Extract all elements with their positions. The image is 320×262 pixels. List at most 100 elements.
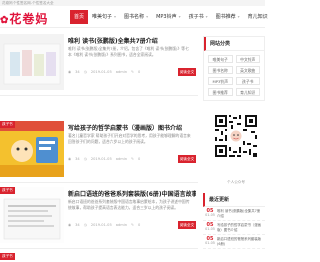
post-item: 孩子书 (0, 249, 198, 262)
category-tag[interactable]: 孩子书 (0, 253, 15, 260)
recent-date: 05 01-05 (205, 237, 215, 246)
post-item: 孩子书 新启口语班的爸爸系列套装版(6册)中国语言故事启蒙绘本介绍 新启口语班的… (0, 183, 198, 249)
post-item: 孩子书 写给孩子的哲学启蒙书（漫画版）图书介绍 著名儿童哲学家 帮助孩子们开启对… (0, 117, 198, 183)
post-excerpt: 唯利 读书(张鹏版)全集共7册，介绍。包含了《唯利 读书(张鹏版)》等七本《唯利… (68, 46, 189, 57)
clock-icon: ◷ (83, 223, 87, 227)
chevron-down-icon: ▾ (114, 14, 117, 19)
thumbnail-image (0, 121, 64, 177)
recent-month: 01-05 (205, 213, 215, 217)
sidebar-categories: 网站分类 唯美句子 中文铃声 图书名称 英文歌曲 MP3铃声 孩子书 图书推荐 … (203, 36, 265, 101)
post-author[interactable]: admin (116, 223, 127, 227)
category-grid: 唯美句子 中文铃声 图书名称 英文歌曲 MP3铃声 孩子书 图书推荐 育儿知识 (204, 51, 264, 100)
recent-link[interactable]: 新启口语班的爸爸系列套装版(6册) (217, 237, 263, 246)
sidebar-item[interactable]: 英文歌曲 (235, 66, 260, 74)
post-meta: ◉ 34 ◷ 2019-01-05 admin ✎ 0 (68, 157, 168, 161)
sidebar-item[interactable]: 唯美句子 (208, 55, 233, 63)
post-thumbnail[interactable]: 孩子书 (0, 187, 64, 243)
header: ✿花卷妈 首页 唯美句子 ▾ 图书名称 ▾ MP3铃声 ▾ 孩子书 ▾ 图书推荐 ▾ 育儿… (0, 6, 268, 28)
post-meta: ◉ 34 ◷ 2019-01-05 admin ✎ 0 (68, 70, 168, 74)
chevron-down-icon: ▾ (178, 14, 181, 19)
views-icon: ◉ (68, 223, 72, 227)
nav-label: 首页 (74, 14, 85, 20)
clock-icon: ◷ (83, 157, 87, 161)
read-more-button[interactable]: 阅读全文 (178, 221, 196, 229)
recent-month: 01-05 (205, 227, 215, 231)
nav-label: 图书推荐 (215, 14, 236, 20)
nav-item-kids-books[interactable]: 孩子书 ▾ (185, 10, 212, 24)
recent-link[interactable]: 唯利 读书(张鹏版)全集共7册介绍 (217, 209, 263, 218)
recent-item[interactable]: 05 01-05 新启口语班的爸爸系列套装版(6册) (203, 235, 265, 249)
post-comments: 0 (138, 223, 141, 227)
post-views: 34 (75, 223, 80, 227)
recent-item[interactable]: 05 01-05 唯利 读书(张鹏版)全集共7册介绍 (203, 207, 265, 221)
nav-item-books[interactable]: 图书名称 ▾ (120, 10, 152, 24)
post-views: 34 (75, 70, 80, 74)
sidebar-title: 网站分类 (204, 37, 264, 51)
main-nav: 首页 唯美句子 ▾ 图书名称 ▾ MP3铃声 ▾ 孩子书 ▾ 图书推荐 ▾ 育儿知识 (70, 10, 272, 24)
post-date: 2019-01-05 (90, 223, 112, 227)
post-item: 唯利 读书(张鹏版)全集共7册介绍 唯利 读书(张鹏版)全集共7册，介绍。包含了… (0, 30, 198, 96)
recent-date: 05 01-05 (205, 223, 215, 232)
post-thumbnail[interactable]: 孩子书 (0, 253, 64, 262)
qr-code-image (213, 113, 259, 159)
post-thumbnail[interactable]: 孩子书 (0, 121, 64, 177)
post-author[interactable]: admin (116, 157, 127, 161)
post-date: 2019-01-05 (90, 157, 112, 161)
nav-item-mp3[interactable]: MP3铃声 ▾ (152, 10, 185, 24)
nav-item-sentences[interactable]: 唯美句子 ▾ (88, 10, 120, 24)
thumbnail-image (0, 34, 64, 90)
comment-icon: ✎ (131, 223, 135, 227)
nav-label: 孩子书 (188, 14, 204, 20)
post-title[interactable]: 唯利 读书(张鹏版)全集共7册介绍 (68, 36, 196, 45)
nav-label: 图书名称 (124, 14, 145, 20)
nav-label: 唯美句子 (92, 14, 113, 20)
nav-label: MP3铃声 (156, 14, 177, 20)
read-more-button[interactable]: 阅读全文 (178, 155, 196, 163)
chevron-down-icon: ▾ (146, 14, 149, 19)
recent-updates: 最近更新 05 01-05 唯利 读书(张鹏版)全集共7册介绍 05 01-05 写… (203, 193, 265, 249)
nav-item-parenting[interactable]: 育儿知识 (244, 10, 272, 24)
category-tag[interactable]: 孩子书 (0, 187, 15, 194)
recent-date: 05 01-05 (205, 209, 215, 218)
post-comments: 0 (138, 157, 141, 161)
recent-month: 01-05 (205, 241, 215, 245)
post-views: 34 (75, 157, 80, 161)
category-box: 网站分类 唯美句子 中文铃声 图书名称 英文歌曲 MP3铃声 孩子书 图书推荐 … (203, 36, 265, 101)
post-comments: 0 (138, 70, 141, 74)
read-more-button[interactable]: 阅读全文 (178, 68, 196, 76)
flower-icon: ✿ (0, 15, 10, 26)
category-tag[interactable]: 孩子书 (0, 121, 15, 128)
nav-item-home[interactable]: 首页 (70, 10, 89, 24)
comment-icon: ✎ (131, 70, 135, 74)
sidebar-item[interactable]: 中文铃声 (235, 55, 260, 63)
views-icon: ◉ (68, 157, 72, 161)
sidebar-item[interactable]: 图书名称 (208, 66, 233, 74)
clock-icon: ◷ (83, 70, 87, 74)
sidebar-item[interactable]: 孩子书 (235, 77, 260, 85)
post-date: 2019-01-05 (90, 70, 112, 74)
sidebar-item[interactable]: 育儿知识 (235, 88, 260, 96)
comment-icon: ✎ (131, 157, 135, 161)
logo-text: 花卷妈 (9, 12, 49, 26)
post-author[interactable]: admin (116, 70, 127, 74)
views-icon: ◉ (68, 70, 72, 74)
post-title[interactable]: 写给孩子的哲学启蒙书（漫画版）图书介绍 (68, 123, 196, 132)
chevron-down-icon: ▾ (237, 14, 240, 19)
qr-code (213, 113, 259, 159)
post-title[interactable]: 新启口语班的爸爸系列套装版(6册)中国语言故事启蒙绘本介绍 (68, 189, 196, 198)
thumbnail-image (0, 187, 64, 243)
sidebar-item[interactable]: MP3铃声 (208, 77, 233, 85)
recent-item[interactable]: 05 01-05 写给孩子的哲学启蒙书（漫画版）图书介绍 (203, 221, 265, 235)
chevron-down-icon: ▾ (205, 14, 208, 19)
site-logo[interactable]: ✿花卷妈 (0, 10, 48, 27)
sidebar-item[interactable]: 图书推荐 (208, 88, 233, 96)
qr-caption: 个人公众号 (227, 180, 245, 184)
nav-item-recommend[interactable]: 图书推荐 ▾ (212, 10, 244, 24)
recent-link[interactable]: 写给孩子的哲学启蒙书（漫画版）图书介绍 (217, 223, 263, 232)
recent-title: 最近更新 (203, 193, 265, 207)
post-meta: ◉ 34 ◷ 2019-01-05 admin ✎ 0 (68, 223, 168, 227)
post-thumbnail[interactable] (0, 34, 64, 90)
post-excerpt: 新启口语班的爸爸系列套装版中国语言故事启蒙绘本，为孩子讲述中国传统故事，帮助孩子… (68, 199, 190, 210)
nav-label: 育儿知识 (247, 14, 268, 20)
post-excerpt: 著名儿童哲学家 帮助孩子们开启对哲学的思考，用孩子能够理解的语言来回答孩子们的问… (68, 133, 191, 144)
